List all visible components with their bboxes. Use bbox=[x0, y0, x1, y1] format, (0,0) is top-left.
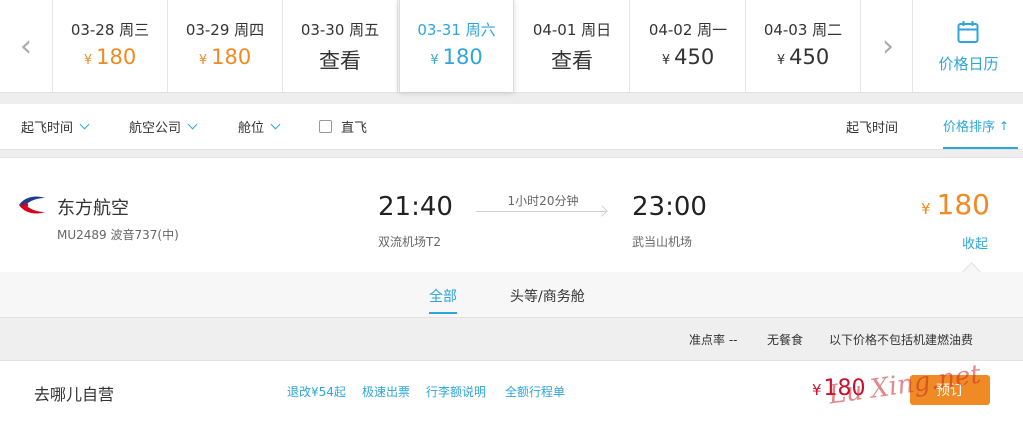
prev-date-arrow[interactable]: ‹ bbox=[0, 0, 53, 92]
direct-flight-checkbox[interactable]: 直飞 bbox=[319, 104, 367, 149]
book-button[interactable]: 预订 bbox=[910, 375, 990, 405]
tab-first-business[interactable]: 头等/商务舱 bbox=[510, 286, 585, 306]
fast-ticketing-link[interactable]: 极速出票 bbox=[362, 383, 410, 400]
fuel-fee-note: 以下价格不包括机建燃油费 bbox=[829, 333, 974, 347]
ontime-rate: 准点率 -- bbox=[689, 333, 738, 347]
date-cell-0328[interactable]: 03-28 周三 ¥180 bbox=[53, 0, 168, 92]
chevron-down-icon bbox=[79, 119, 90, 130]
date-label: 04-02 周一 bbox=[648, 21, 728, 39]
date-cell-0330[interactable]: 03-30 周五 查看 bbox=[283, 0, 398, 92]
departure-airport: 双流机场T2 bbox=[378, 235, 441, 249]
date-label: 03-30 周五 bbox=[300, 21, 380, 39]
refund-change-link[interactable]: 退改¥54起 bbox=[287, 383, 346, 400]
filter-departure-time[interactable]: 起飞时间 bbox=[21, 104, 90, 149]
china-eastern-logo-icon bbox=[19, 196, 45, 214]
date-cell-0402[interactable]: 04-02 周一 ¥450 bbox=[631, 0, 746, 92]
date-price: ¥450 bbox=[776, 45, 830, 69]
arrival-time: 23:00 bbox=[632, 192, 707, 222]
vendor-name: 去哪儿自营 bbox=[34, 385, 115, 404]
date-view-link: 查看 bbox=[551, 49, 593, 73]
offer-price: ¥180 bbox=[812, 376, 866, 401]
cabin-tabs: 全部 头等/商务舱 bbox=[0, 272, 1023, 317]
date-price: ¥180 bbox=[430, 45, 483, 69]
chevron-left-icon: ‹ bbox=[20, 28, 32, 64]
itinerary-receipt-link[interactable]: 全额行程单 bbox=[505, 383, 565, 400]
date-cell-0401[interactable]: 04-01 周日 查看 bbox=[515, 0, 630, 92]
chevron-right-icon: › bbox=[882, 28, 894, 64]
chevron-down-icon bbox=[187, 119, 198, 130]
date-label: 04-01 周日 bbox=[532, 21, 612, 39]
calendar-icon bbox=[957, 21, 979, 43]
sort-label: 价格排序 bbox=[943, 120, 996, 135]
filter-bar: 起飞时间 航空公司 舱位 直飞 起飞时间 价格排序 ↑ bbox=[0, 104, 1023, 150]
flight-card[interactable]: 东方航空 MU2489 波音737(中) 21:40 双流机场T2 1小时20分… bbox=[0, 157, 1023, 281]
sort-price[interactable]: 价格排序 ↑ bbox=[943, 104, 1018, 149]
filter-airline[interactable]: 航空公司 bbox=[129, 104, 198, 149]
airline-name: 东方航空 bbox=[57, 198, 129, 219]
filter-label: 起飞时间 bbox=[21, 121, 74, 136]
date-price: ¥450 bbox=[661, 45, 715, 69]
meal-info: 无餐食 bbox=[767, 333, 804, 347]
filter-label: 航空公司 bbox=[129, 121, 182, 136]
sort-departure-time[interactable]: 起飞时间 bbox=[846, 104, 898, 149]
date-cell-0403[interactable]: 04-03 周二 ¥450 bbox=[746, 0, 861, 92]
next-date-arrow[interactable]: › bbox=[862, 0, 914, 92]
date-price: ¥180 bbox=[198, 45, 252, 69]
fare-notes-header: 准点率 -- 无餐食 以下价格不包括机建燃油费 bbox=[0, 317, 1023, 360]
date-view-link: 查看 bbox=[319, 49, 361, 73]
collapse-link[interactable]: 收起 bbox=[962, 233, 988, 252]
sort-label: 起飞时间 bbox=[846, 121, 899, 136]
date-label: 03-31 周六 bbox=[417, 21, 496, 39]
date-cell-0331-active[interactable]: 03-31 周六 ¥180 bbox=[399, 0, 514, 92]
date-label: 03-28 周三 bbox=[70, 21, 150, 39]
baggage-info-link[interactable]: 行李额说明 bbox=[426, 383, 486, 400]
arrival-airport: 武当山机场 bbox=[632, 235, 693, 249]
filter-label: 直飞 bbox=[341, 121, 368, 136]
filter-label: 舱位 bbox=[238, 121, 265, 136]
checkbox-icon[interactable] bbox=[319, 120, 332, 133]
date-cell-0329[interactable]: 03-29 周四 ¥180 bbox=[168, 0, 283, 92]
price-calendar-button[interactable]: 价格日历 bbox=[912, 0, 1023, 92]
arrow-up-icon: ↑ bbox=[999, 118, 1010, 133]
tab-all[interactable]: 全部 bbox=[429, 286, 457, 314]
date-price: ¥180 bbox=[83, 45, 137, 69]
flight-duration: 1小时20分钟 bbox=[507, 194, 579, 208]
date-label: 04-03 周二 bbox=[763, 21, 843, 39]
lowest-price: ¥180 bbox=[921, 188, 990, 221]
filter-cabin[interactable]: 舱位 bbox=[238, 104, 281, 149]
date-label: 03-29 周四 bbox=[185, 21, 265, 39]
departure-time: 21:40 bbox=[378, 192, 453, 222]
date-selector: ‹ 03-28 周三 ¥180 03-29 周四 ¥180 03-30 周五 查… bbox=[0, 0, 1023, 93]
chevron-down-icon bbox=[270, 119, 281, 130]
duration-line bbox=[476, 211, 606, 212]
fare-offer-row: 去哪儿自营 退改¥54起 极速出票 行李额说明 全额行程单 ¥180 预订 bbox=[0, 360, 1023, 422]
price-calendar-label: 价格日历 bbox=[938, 55, 999, 73]
flight-number-aircraft: MU2489 波音737(中) bbox=[57, 228, 179, 242]
